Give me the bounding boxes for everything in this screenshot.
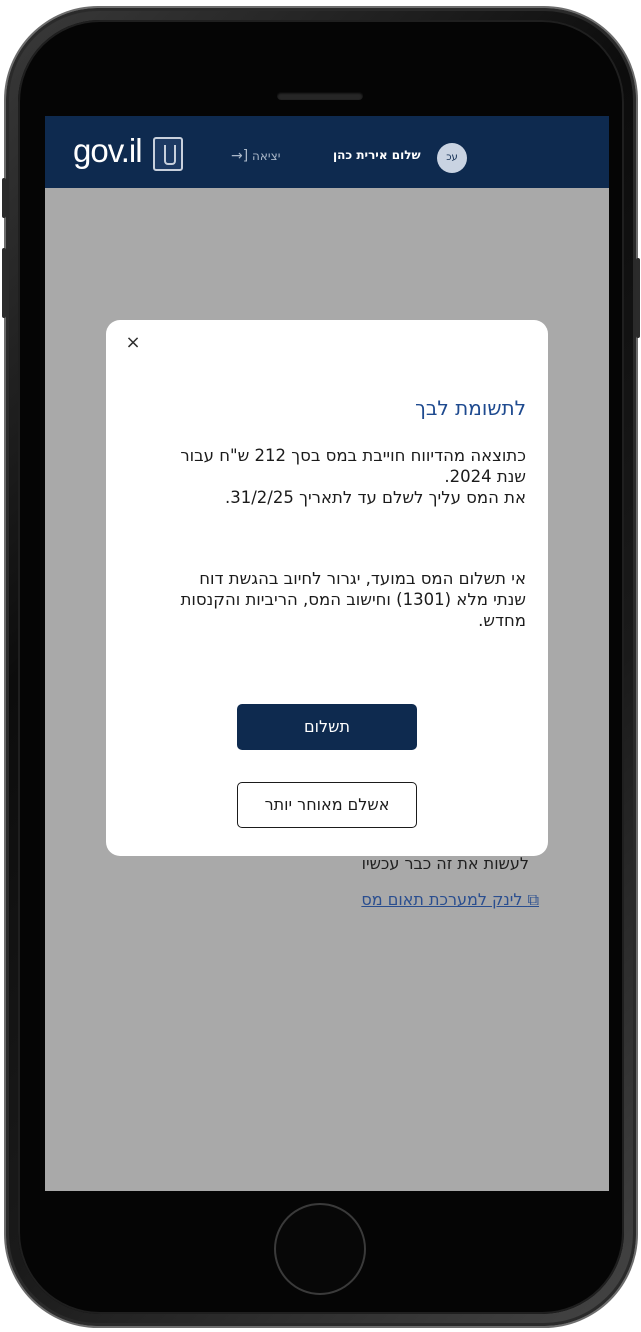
state-emblem-icon xyxy=(153,137,183,171)
close-icon[interactable]: × xyxy=(122,332,144,354)
link-label: לינק למערכת תאום מס xyxy=(361,890,523,909)
volume-button xyxy=(2,248,6,318)
pay-button[interactable]: תשלום xyxy=(237,704,417,750)
background-text: לעשות את זה כבר עכשיו xyxy=(361,854,529,873)
gov-logo[interactable]: gov.il xyxy=(73,132,143,170)
paragraph-line: אי תשלום המס במועד, יגרור לחיוב בהגשת דו… xyxy=(199,569,526,588)
external-link-icon: ⧉ xyxy=(527,890,539,909)
late-payment-warning: אי תשלום המס במועד, יגרור לחיוב בהגשת דו… xyxy=(116,568,526,631)
paragraph-line: מחדש. xyxy=(478,611,526,630)
top-header: gov.il יציאה [→ שלום אירית כהן עכ xyxy=(45,116,609,188)
power-button xyxy=(636,258,640,338)
volume-button xyxy=(2,178,6,218)
tax-coordination-link[interactable]: ⧉ לינק למערכת תאום מס xyxy=(361,890,539,910)
paragraph-line: שנת 2024. xyxy=(444,467,526,486)
tax-charge-paragraph: כתוצאה מהדיווח חוייבת במס בסך 212 ש"ח עב… xyxy=(116,445,526,508)
logout-button[interactable]: יציאה [→ xyxy=(231,148,280,164)
home-button[interactable] xyxy=(274,1203,366,1295)
logout-label: יציאה xyxy=(252,149,281,163)
paragraph-line: את המס עליך לשלם עד לתאריך 31/2/25. xyxy=(224,488,526,507)
avatar[interactable]: עכ xyxy=(437,143,467,173)
phone-speaker xyxy=(277,92,363,100)
pay-later-button[interactable]: אשלם מאוחר יותר xyxy=(237,782,417,828)
logout-icon: [→ xyxy=(231,148,249,164)
paragraph-line: שנתי מלא (1301) וחישוב המס, הריביות והקנ… xyxy=(180,590,526,609)
paragraph-line: כתוצאה מהדיווח חוייבת במס בסך 212 ש"ח עב… xyxy=(180,446,526,465)
dialog-title: לתשומת לבך xyxy=(415,396,526,420)
user-greeting: שלום אירית כהן xyxy=(333,148,421,162)
tax-payment-dialog: × לתשומת לבך כתוצאה מהדיווח חוייבת במס ב… xyxy=(106,320,548,856)
app-screen: gov.il יציאה [→ שלום אירית כהן עכ לעשות … xyxy=(45,116,609,1191)
